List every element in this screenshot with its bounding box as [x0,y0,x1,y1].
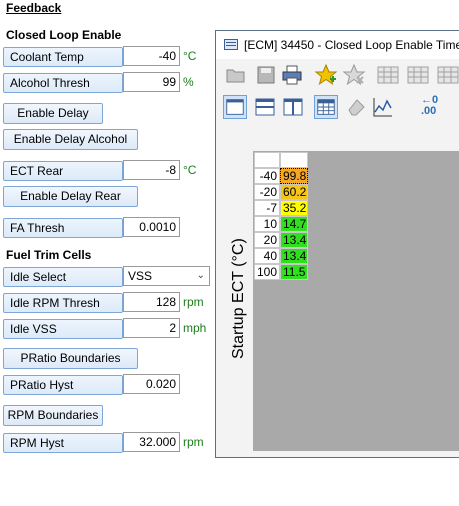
table-cell[interactable]: 11.5 [280,264,308,280]
table-row-header[interactable]: -40 [254,168,280,184]
eraser-icon[interactable] [344,95,368,119]
enable-delay-alcohol-button[interactable]: Enable Delay Alcohol [3,129,138,150]
table-editor-window[interactable]: [ECM] 34450 - Closed Loop Enable Time ←0… [215,30,459,458]
add-favorite-icon[interactable] [314,63,338,87]
open-folder-icon[interactable] [224,63,248,87]
rpm-hyst-field[interactable]: 32.000 [123,432,180,452]
coolant-temp-field[interactable]: -40 [123,46,180,66]
table-icon[interactable] [406,63,430,87]
alcohol-thresh-label[interactable]: Alcohol Thresh [3,73,123,93]
chevron-down-icon: ⌄ [196,270,205,281]
table-cell[interactable]: 13.4 [280,248,308,264]
y-axis-label: Startup ECT (°C) [230,238,247,359]
idle-select-value: VSS [128,269,153,283]
save-icon[interactable] [254,63,278,87]
decimal-places-icon[interactable]: ←0 .00 [421,95,459,119]
coolant-temp-label[interactable]: Coolant Temp [3,47,123,67]
table-cell[interactable]: 60.2 [280,184,308,200]
idle-vss-label[interactable]: Idle VSS [3,319,123,339]
table-corner-cell [254,152,280,168]
idle-select-dropdown[interactable]: VSS ⌄ [123,266,210,286]
idle-rpm-thresh-label[interactable]: Idle RPM Thresh [3,293,123,313]
table-cell[interactable]: 99.8 [280,168,308,184]
layout-vertical-split-icon[interactable] [281,95,305,119]
decimal-icon-line2: .00 [421,105,437,117]
layout-single-icon[interactable] [223,95,247,119]
table-view-icon[interactable] [314,95,338,119]
idle-vss-unit: mph [183,321,207,335]
window-app-icon [224,39,238,50]
table-row-header[interactable]: 10 [254,216,280,232]
table-row-header[interactable]: 100 [254,264,280,280]
table-icon[interactable] [436,63,459,87]
layout-horizontal-split-icon[interactable] [253,95,277,119]
closed-loop-enable-heading: Closed Loop Enable [6,28,122,42]
idle-rpm-thresh-unit: rpm [183,295,204,309]
ect-rear-unit: °C [183,163,197,177]
print-icon[interactable] [280,63,304,87]
remove-favorite-icon[interactable] [342,63,366,87]
pratio-hyst-field[interactable]: 0.020 [123,374,180,394]
table-row-header[interactable]: -7 [254,200,280,216]
pratio-hyst-label[interactable]: PRatio Hyst [3,375,123,395]
ect-rear-field[interactable]: -8 [123,160,180,180]
ect-rear-label[interactable]: ECT Rear [3,161,123,181]
fa-thresh-field[interactable]: 0.0010 [123,217,180,237]
table-icon[interactable] [376,63,400,87]
rpm-hyst-label[interactable]: RPM Hyst [3,433,123,453]
fuel-trim-cells-heading: Fuel Trim Cells [6,248,92,262]
table-row-header[interactable]: 40 [254,248,280,264]
table-row-header[interactable]: -20 [254,184,280,200]
rpm-boundaries-button[interactable]: RPM Boundaries [3,405,103,426]
table-column-header[interactable] [280,152,308,168]
toolbar-row-1 [216,59,459,91]
window-title: [ECM] 34450 - Closed Loop Enable Time [244,38,459,52]
idle-vss-field[interactable]: 2 [123,318,180,338]
rpm-hyst-unit: rpm [183,435,204,449]
window-titlebar[interactable]: [ECM] 34450 - Closed Loop Enable Time [216,31,459,60]
pratio-boundaries-button[interactable]: PRatio Boundaries [3,348,138,369]
table-cell[interactable]: 35.2 [280,200,308,216]
alcohol-thresh-unit: % [183,75,194,89]
coolant-temp-unit: °C [183,49,197,63]
alcohol-thresh-field[interactable]: 99 [123,72,180,92]
idle-rpm-thresh-field[interactable]: 128 [123,292,180,312]
graph-icon[interactable] [371,95,395,119]
idle-select-label[interactable]: Idle Select [3,267,123,287]
table-cell[interactable]: 13.4 [280,232,308,248]
fa-thresh-label[interactable]: FA Thresh [3,218,123,238]
enable-delay-rear-button[interactable]: Enable Delay Rear [3,186,138,207]
table-cell[interactable]: 14.7 [280,216,308,232]
enable-delay-button[interactable]: Enable Delay [3,103,103,124]
feedback-link[interactable]: Feedback [6,1,61,15]
table-row-header[interactable]: 20 [254,232,280,248]
toolbar-row-2: ←0 .00 [216,91,459,123]
